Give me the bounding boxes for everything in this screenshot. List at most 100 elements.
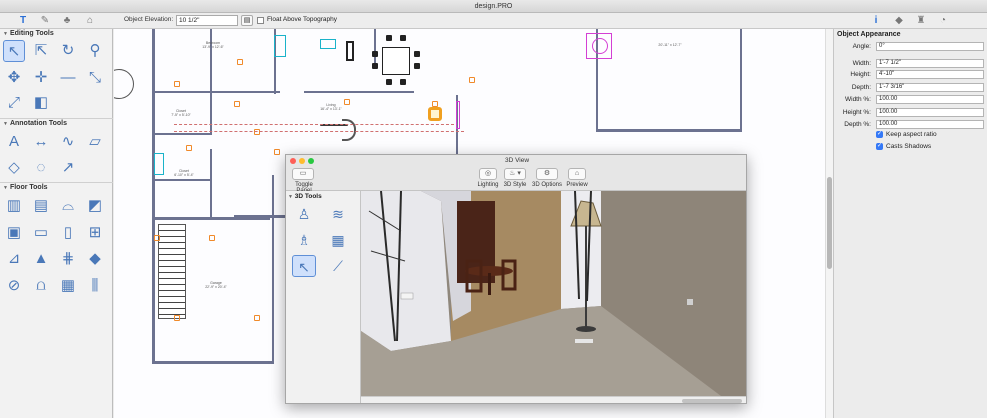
paintbrush-icon[interactable]: ✎ (38, 14, 52, 28)
room-label: Bedroom 13'-9" x 12'-6" (202, 41, 224, 49)
elevation-calculator-button[interactable]: ▤ (241, 15, 253, 26)
angle-field[interactable]: 0° (876, 42, 984, 51)
tree-icon[interactable]: ♣ (60, 14, 74, 28)
electrical-fixture (274, 149, 280, 155)
floor-wedge-icon[interactable]: ◩ (84, 195, 106, 217)
lighting-button[interactable]: ◎ (479, 168, 497, 180)
box-annotation-icon[interactable]: ▱ (84, 131, 106, 153)
dining-table (382, 47, 410, 75)
chair (400, 35, 406, 41)
height-field[interactable]: 4'-10" (876, 70, 984, 79)
floor-panel-icon[interactable]: ▭ (30, 222, 52, 244)
info-icon[interactable]: i (869, 14, 883, 28)
wall (272, 175, 274, 361)
select-tool-icon[interactable]: ↖ (3, 40, 25, 62)
selected-lamp-fixture[interactable] (428, 107, 442, 121)
align-tool-icon[interactable]: ⤢ (3, 92, 25, 114)
fixture-box (586, 33, 612, 59)
room-add-icon[interactable]: ▣ (3, 222, 25, 244)
move-tool-icon[interactable]: ✥ (3, 67, 25, 89)
text-tool-icon[interactable]: T (16, 14, 30, 28)
resize-tool-icon[interactable]: ⤡ (84, 67, 106, 89)
flip-tool-icon[interactable]: ◧ (30, 92, 52, 114)
annotation-tools-header[interactable]: ▼ Annotation Tools (0, 119, 113, 129)
scrollbar-thumb[interactable] (682, 399, 742, 403)
3d-options-label: 3D Options (531, 182, 562, 188)
dimension-tool-icon[interactable]: ↔ (30, 131, 52, 153)
close-window-button[interactable] (290, 158, 296, 164)
window-title-bar: design.PRO (0, 0, 987, 13)
hydrant-icon[interactable]: ♜ (914, 14, 928, 28)
depth-field[interactable]: 1'-7 3/16" (876, 83, 984, 92)
keep-aspect-ratio-checkbox[interactable]: ✓ (876, 131, 883, 138)
electrical-fixture (237, 59, 243, 65)
sidebar-icon: ▭ (299, 170, 307, 177)
3d-tools-header[interactable]: ▼ 3D Tools (288, 193, 322, 200)
height-percent-label: Height %: (842, 109, 871, 116)
house-icon[interactable]: ⌂ (83, 14, 97, 28)
editing-tools-header[interactable]: ▼ Editing Tools (0, 29, 113, 39)
add-point-tool-icon[interactable]: ✛ (30, 67, 52, 89)
delete-point-tool-icon[interactable]: — (57, 67, 79, 89)
chair (414, 63, 420, 69)
minimize-window-button[interactable] (299, 158, 305, 164)
circle-annotation-icon[interactable]: ◌ (30, 157, 52, 179)
wall (152, 133, 212, 135)
bath-fixture (154, 153, 164, 175)
3d-style-button[interactable]: ♨ ▾ (504, 168, 526, 180)
curtain-icon[interactable]: ⩍ (30, 275, 52, 297)
3d-view-toolbar: ▭ Toggle Panel ◎ Lighting ♨ ▾ 3D Style ⚙… (286, 167, 746, 194)
tag-icon[interactable]: ◆ (892, 14, 906, 28)
electrical-fixture (209, 235, 215, 241)
float-above-topography-checkbox[interactable] (257, 17, 264, 24)
zoom-tool-icon[interactable]: ⚲ (84, 40, 106, 62)
3d-options-button[interactable]: ⚙ (536, 168, 558, 180)
railing-icon[interactable]: ⋕ (57, 248, 79, 270)
window-icon[interactable]: ⊞ (84, 222, 106, 244)
floor-open-book-icon[interactable]: ▥ (3, 195, 25, 217)
3d-view-horizontal-scrollbar[interactable] (361, 396, 746, 403)
plant-symbol (114, 69, 134, 99)
walkthrough-tool-icon[interactable]: ♙ (292, 203, 316, 225)
cabinet-icon[interactable]: ▦ (57, 275, 79, 297)
canvas-vertical-scrollbar[interactable] (825, 29, 833, 418)
zoom-window-button[interactable] (308, 158, 314, 164)
fly-tool-icon[interactable]: ≋ (326, 203, 350, 225)
floor-tools-header[interactable]: ▼ Floor Tools (0, 183, 113, 193)
width-percent-field[interactable]: 100.00 (876, 95, 984, 104)
width-field[interactable]: 1'-7 1/2" (876, 59, 984, 68)
door-icon[interactable]: ▯ (57, 222, 79, 244)
pan-tool-icon[interactable]: ▦ (326, 229, 350, 251)
freehand-line-icon[interactable]: ∿ (57, 131, 79, 153)
rotate-tool-icon[interactable]: ↻ (57, 40, 79, 62)
object-elevation-input[interactable]: 10 1/2" (176, 15, 238, 26)
column-icon[interactable]: ⫼ (84, 275, 106, 297)
arrow-annotation-icon[interactable]: ↗ (57, 157, 79, 179)
no-symbol-icon[interactable]: ⊘ (3, 275, 25, 297)
eyedropper-tool-icon[interactable]: ⟋ (326, 255, 350, 277)
text-annotation-icon[interactable]: A (3, 131, 25, 153)
chair (414, 51, 420, 57)
wall (740, 29, 742, 131)
terrain-icon[interactable]: ◆ (84, 248, 106, 270)
stairs-icon[interactable]: ⊿ (3, 248, 25, 270)
chair (400, 79, 406, 85)
orbit-tool-icon[interactable]: ♗ (292, 229, 316, 251)
label-tag-icon[interactable]: ◇ (3, 157, 25, 179)
floor-curved-icon[interactable]: ⌓ (57, 195, 79, 217)
height-percent-field[interactable]: 100.00 (876, 108, 984, 117)
multi-select-tool-icon[interactable]: ⇱ (30, 40, 52, 62)
preview-button[interactable]: ⌂ (568, 168, 586, 180)
floor-folded-icon[interactable]: ▤ (30, 195, 52, 217)
scrollbar-thumb[interactable] (827, 177, 832, 269)
toggle-panel-button[interactable]: ▭ (292, 168, 314, 180)
room-label: Closet 6'-10" x 5'-4" (174, 169, 194, 177)
timer-icon[interactable]: ◔ (936, 14, 950, 28)
select-3d-tool-icon[interactable]: ↖ (292, 255, 316, 277)
electrical-fixture (234, 101, 240, 107)
depth-percent-field[interactable]: 100.00 (876, 120, 984, 129)
3d-tools-panel: ▼ 3D Tools ♙ ≋ ♗ ▦ ↖ ⟋ (286, 191, 361, 403)
staircase-icon[interactable]: ▲ (30, 248, 52, 270)
casts-shadows-checkbox[interactable]: ✓ (876, 143, 883, 150)
3d-render-viewport[interactable] (361, 191, 746, 396)
